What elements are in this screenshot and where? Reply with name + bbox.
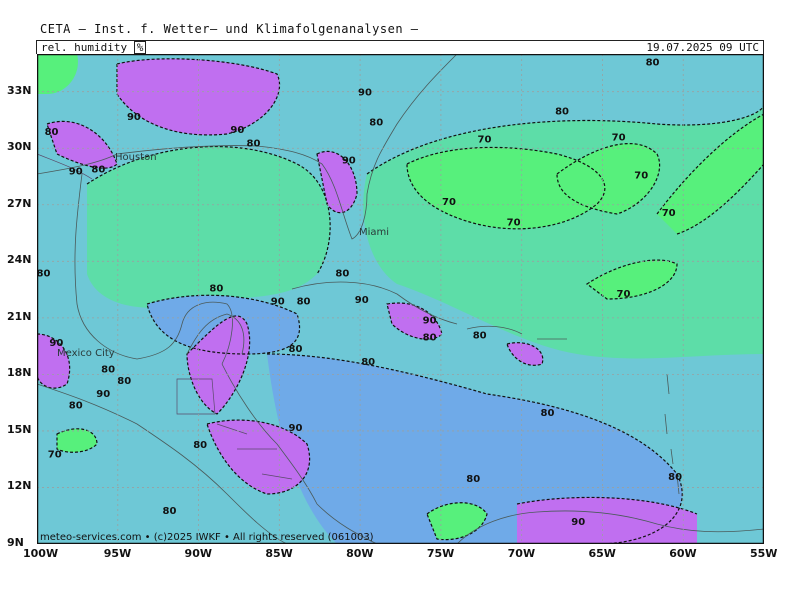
contour-label: 80 [361,357,375,368]
lon-tick-label: 75W [426,547,455,560]
humidity-map: Houston Miami Mexico City 9090 8080 908090… [37,54,764,544]
contour-label: 70 [478,135,492,146]
contour-label: 70 [507,218,521,229]
contour-label: 90 [96,389,110,400]
contour-label: 80 [209,283,223,294]
contour-label: 80 [289,344,303,355]
contour-label: 80 [45,127,59,138]
lat-tick-label: 30N [7,140,32,154]
lon-tick-label: 85W [265,547,293,560]
contour-label: 80 [541,408,555,419]
contour-label: 80 [163,506,177,517]
contour-label: 90 [127,112,141,123]
parameter-name: rel. humidity [41,41,128,54]
lon-tick-label: 65W [588,547,616,560]
contour-label: 90 [271,297,285,308]
contour-label: 80 [423,332,437,343]
contour-label: 80 [101,365,115,376]
contour-label: 80 [247,138,261,149]
contour-label: 90 [49,338,63,349]
unit-box: % [133,41,147,54]
lon-tick-label: 55W [750,547,778,560]
contour-label: 90 [289,423,303,434]
contour-label: 80 [335,268,349,279]
lat-tick-label: 9N [7,536,24,549]
chart-title: CETA – Inst. f. Wetter– und Klimafolgena… [40,22,419,36]
contour-label: 90 [423,316,437,327]
city-label-miami: Miami [359,227,389,238]
contour-label: 90 [342,155,356,166]
contour-label: 80 [37,268,50,279]
credit-line: meteo-services.com • (c)2025 IWKF • All … [40,532,374,543]
contour-label: 80 [555,106,569,117]
lon-tick-label: 90W [184,547,212,560]
city-label-houston: Houston [115,152,157,163]
contour-label: 70 [442,197,456,208]
lat-tick-label: 15N [7,422,32,436]
lat-tick-label: 33N [7,83,32,97]
contour-label: 70 [634,170,648,181]
contour-label: 70 [48,449,62,460]
lat-tick-label: 18N [7,366,32,380]
contour-label: 70 [616,289,630,300]
contour-label: 90 [69,167,83,178]
city-label-mexico-city: Mexico City [57,348,115,359]
lon-tick-label: 80W [346,547,374,560]
contour-label: 80 [297,297,311,308]
parameter-label: rel. humidity % [41,41,147,54]
contour-label: 80 [466,474,480,485]
contour-label: 80 [668,472,682,483]
lon-tick-label: 100W [23,547,59,560]
contour-label: 80 [473,331,487,342]
lon-tick-label: 95W [103,547,132,560]
contour-label: 70 [612,133,626,144]
contour-label: 90 [358,87,372,98]
contour-label: 80 [91,165,105,176]
lat-tick-label: 12N [7,479,32,493]
info-bar: rel. humidity % 19.07.2025 09 UTC [36,40,764,54]
contour-label: 80 [369,118,383,129]
lon-tick-label: 60W [669,547,697,560]
contour-label: 80 [69,400,83,411]
contour-label: 90 [571,517,585,528]
contour-label: 90 [230,125,244,136]
valid-time: 19.07.2025 09 UTC [646,41,759,54]
lat-tick-label: 24N [7,253,32,267]
lon-tick-label: 70W [507,547,536,560]
contour-label: 70 [662,208,676,219]
contour-label: 80 [193,440,207,451]
lat-tick-label: 21N [7,309,32,323]
contour-label: 80 [646,57,660,68]
contour-label: 80 [117,376,131,387]
lat-tick-label: 27N [7,196,32,210]
contour-label: 90 [355,295,369,306]
